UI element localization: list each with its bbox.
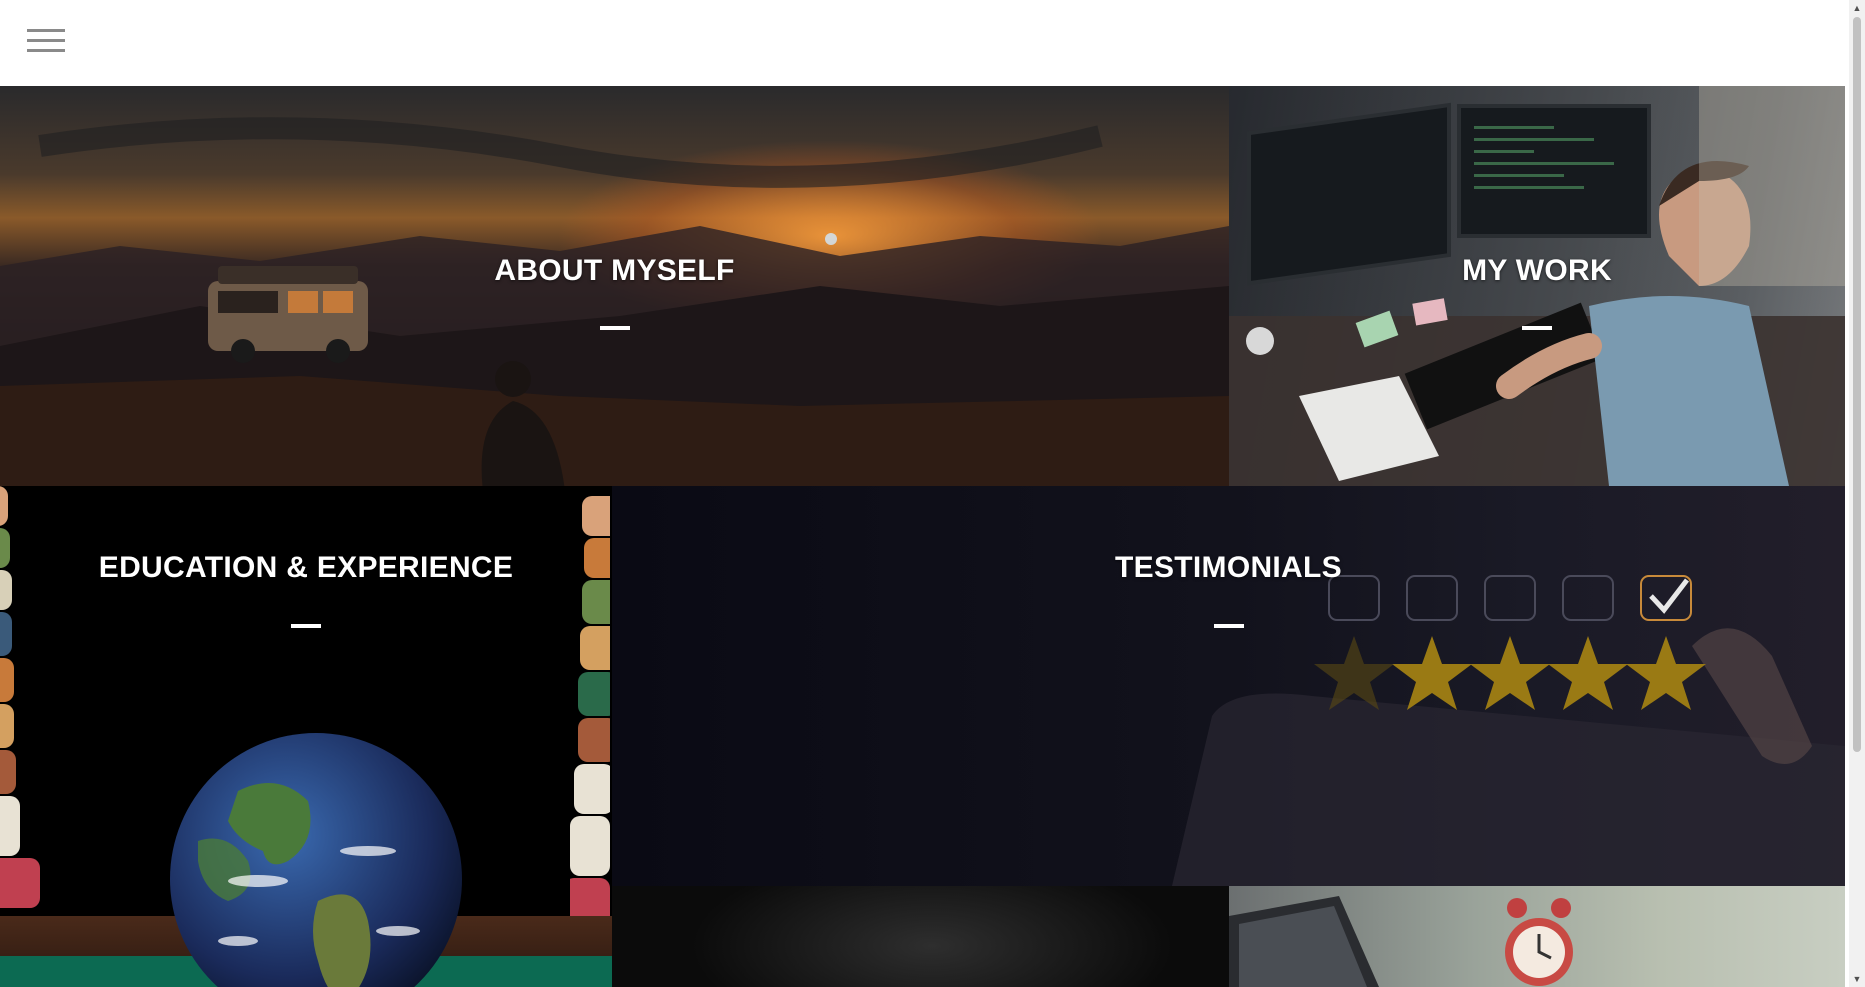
site-header: [0, 0, 1849, 86]
tile-title-underline: [599, 326, 630, 330]
tile-education-experience[interactable]: EDUCATION & EXPERIENCE: [0, 486, 612, 987]
tile-title: EDUCATION & EXPERIENCE: [98, 551, 514, 584]
hamburger-line: [27, 29, 65, 32]
page-scrollbar[interactable]: ▲ ▼: [1849, 0, 1865, 987]
hamburger-line: [27, 49, 65, 52]
tile-desk-clock-partial[interactable]: [1229, 886, 1845, 987]
five-star-rating-image: [1314, 575, 1706, 710]
scrollbar-thumb[interactable]: [1853, 17, 1861, 752]
tile-dark-partial[interactable]: [612, 886, 1229, 987]
earth-globe-image: [170, 733, 462, 987]
tile-title: MY WORK: [1462, 254, 1612, 287]
scroll-up-arrow-icon[interactable]: ▲: [1849, 0, 1865, 16]
scroll-down-arrow-icon[interactable]: ▼: [1849, 971, 1865, 987]
tile-testimonials[interactable]: TESTIMONIALS: [612, 486, 1845, 886]
hamburger-line: [27, 39, 65, 42]
tile-title: TESTIMONIALS: [1115, 551, 1342, 584]
hamburger-menu-icon[interactable]: [24, 26, 66, 56]
tile-my-work[interactable]: MY WORK: [1229, 86, 1845, 486]
tile-about-myself[interactable]: ABOUT MYSELF: [0, 86, 1229, 486]
tile-title-underline: [1213, 624, 1244, 628]
tile-title: ABOUT MYSELF: [494, 254, 735, 287]
alarm-clock-icon: [1505, 898, 1573, 986]
seated-person-silhouette: [481, 361, 565, 486]
tile-title-underline: [291, 624, 321, 628]
tile-title-underline: [1522, 326, 1552, 330]
